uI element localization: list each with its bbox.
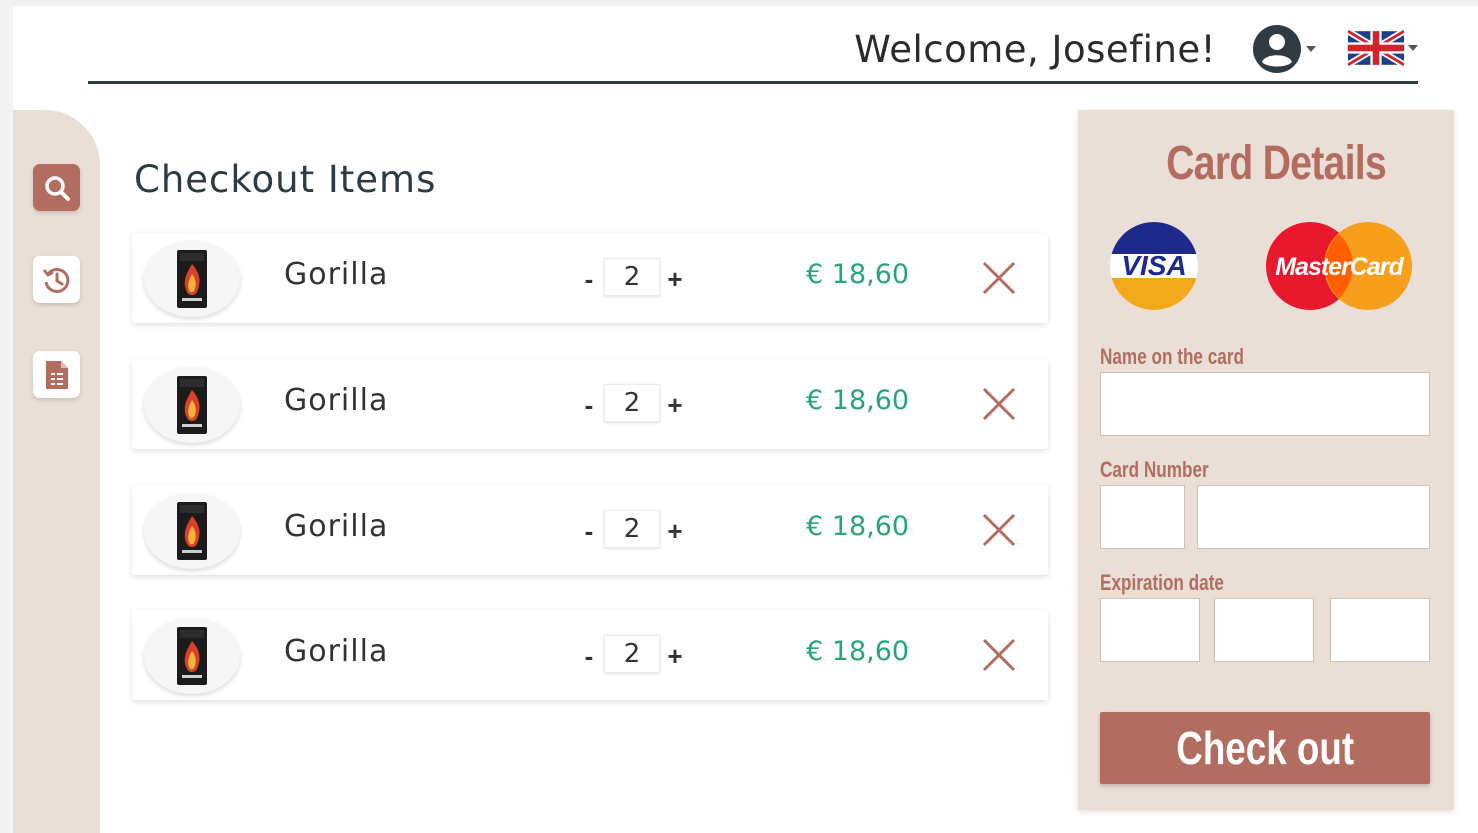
coffee-bag-image xyxy=(177,502,207,560)
remove-item-button[interactable] xyxy=(982,387,1016,421)
user-menu[interactable] xyxy=(1252,22,1320,76)
decrease-quantity-button[interactable]: - xyxy=(580,266,598,292)
name-on-card-label: Name on the card xyxy=(1100,344,1244,369)
mastercard-logo: MasterCard xyxy=(1264,220,1414,312)
product-thumbnail xyxy=(144,618,240,694)
card-details-panel: Card Details VISA MasterCard Name on the… xyxy=(1078,110,1454,810)
expiration-month-input[interactable] xyxy=(1214,598,1314,662)
welcome-message: Welcome, Josefine! xyxy=(854,28,1216,71)
product-name: Gorilla xyxy=(284,509,389,544)
product-name: Gorilla xyxy=(284,257,389,292)
increase-quantity-button[interactable]: + xyxy=(666,266,684,292)
card-number-prefix-input[interactable] xyxy=(1100,485,1185,549)
remove-item-button[interactable] xyxy=(982,638,1016,672)
header: Welcome, Josefine! xyxy=(88,6,1418,84)
user-circle-icon xyxy=(1253,25,1301,73)
increase-quantity-button[interactable]: + xyxy=(666,518,684,544)
svg-text:VISA: VISA xyxy=(1121,250,1186,281)
product-price: € 18,60 xyxy=(806,511,910,542)
checkout-item-row: Gorilla - 2 + € 18,60 xyxy=(132,610,1048,700)
quantity-input[interactable]: 2 xyxy=(604,510,660,548)
product-thumbnail xyxy=(144,367,240,443)
sidebar-search-button[interactable] xyxy=(33,164,80,211)
search-icon xyxy=(44,175,70,201)
left-strip xyxy=(0,0,13,833)
product-name: Gorilla xyxy=(284,634,389,669)
quantity-input[interactable]: 2 xyxy=(604,384,660,422)
card-details-title: Card Details xyxy=(1166,137,1387,190)
increase-quantity-button[interactable]: + xyxy=(666,392,684,418)
quantity-stepper: - 2 + xyxy=(580,257,684,297)
sidebar-receipt-button[interactable] xyxy=(33,351,80,398)
decrease-quantity-button[interactable]: - xyxy=(580,643,598,669)
svg-text:MasterCard: MasterCard xyxy=(1275,253,1404,281)
product-price: € 18,60 xyxy=(806,259,910,290)
chevron-down-icon xyxy=(1306,46,1316,52)
product-thumbnail xyxy=(144,241,240,317)
close-icon xyxy=(982,638,1016,672)
close-icon xyxy=(982,513,1016,547)
increase-quantity-button[interactable]: + xyxy=(666,643,684,669)
coffee-bag-image xyxy=(177,627,207,685)
remove-item-button[interactable] xyxy=(982,513,1016,547)
page-title: Checkout Items xyxy=(134,158,437,201)
checkout-button-label: Check out xyxy=(1176,722,1354,774)
chevron-down-icon xyxy=(1408,45,1418,51)
product-name: Gorilla xyxy=(284,383,389,418)
card-number-input[interactable] xyxy=(1197,485,1430,549)
quantity-stepper: - 2 + xyxy=(580,383,684,423)
product-price: € 18,60 xyxy=(806,385,910,416)
expiration-day-input[interactable] xyxy=(1100,598,1200,662)
visa-logo: VISA xyxy=(1110,222,1198,310)
coffee-bag-image xyxy=(177,376,207,434)
language-menu[interactable] xyxy=(1348,26,1418,70)
history-icon xyxy=(42,267,69,293)
close-icon xyxy=(982,387,1016,421)
product-thumbnail xyxy=(144,493,240,569)
receipt-icon xyxy=(45,360,68,389)
sidebar xyxy=(13,110,100,833)
checkout-item-row: Gorilla - 2 + € 18,60 xyxy=(132,233,1048,323)
close-icon xyxy=(982,261,1016,295)
quantity-input[interactable]: 2 xyxy=(604,258,660,296)
quantity-input[interactable]: 2 xyxy=(604,635,660,673)
coffee-bag-image xyxy=(177,250,207,308)
checkout-button[interactable]: Check out xyxy=(1100,712,1430,784)
decrease-quantity-button[interactable]: - xyxy=(580,392,598,418)
quantity-stepper: - 2 + xyxy=(580,634,684,674)
checkout-item-row: Gorilla - 2 + € 18,60 xyxy=(132,359,1048,449)
card-number-label: Card Number xyxy=(1100,457,1209,482)
checkout-item-row: Gorilla - 2 + € 18,60 xyxy=(132,485,1048,575)
remove-item-button[interactable] xyxy=(982,261,1016,295)
quantity-stepper: - 2 + xyxy=(580,509,684,549)
uk-flag-icon xyxy=(1348,30,1404,66)
expiration-date-label: Expiration date xyxy=(1100,570,1224,595)
decrease-quantity-button[interactable]: - xyxy=(580,518,598,544)
product-price: € 18,60 xyxy=(806,636,910,667)
sidebar-history-button[interactable] xyxy=(33,256,80,303)
name-on-card-input[interactable] xyxy=(1100,372,1430,436)
expiration-year-input[interactable] xyxy=(1330,598,1430,662)
